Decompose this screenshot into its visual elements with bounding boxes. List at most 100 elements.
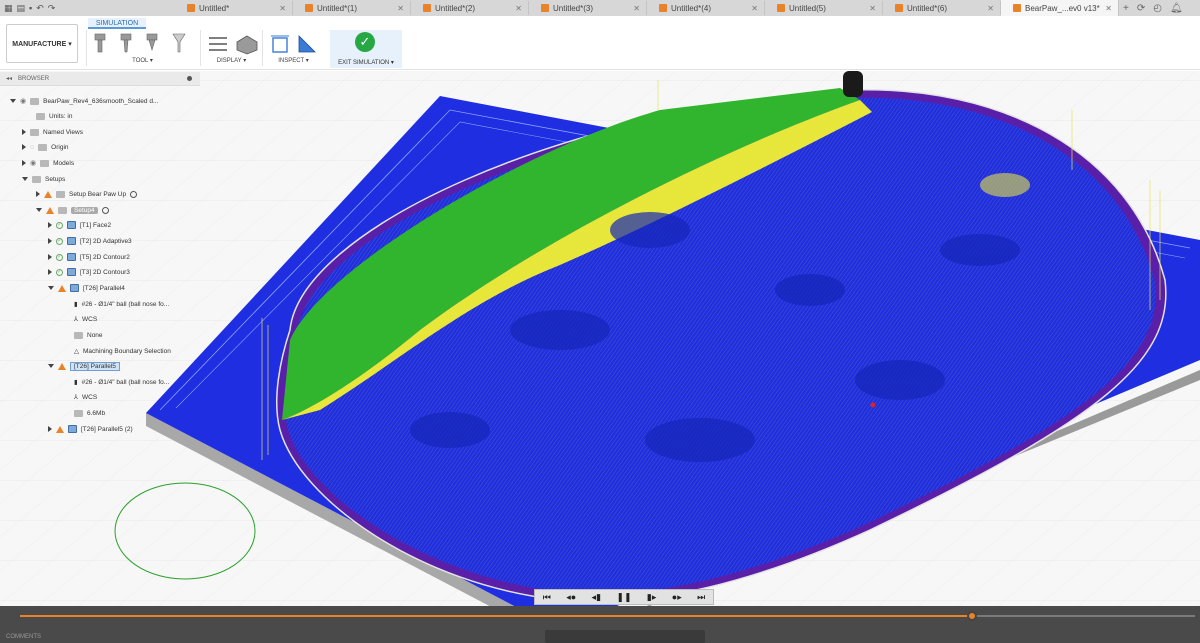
activate-radio[interactable] (130, 190, 138, 198)
timeline-handle[interactable] (966, 611, 977, 621)
close-icon[interactable]: ✕ (397, 4, 404, 13)
collapse-icon[interactable]: ◂◂ (6, 75, 12, 82)
close-icon[interactable]: ✕ (1105, 4, 1112, 13)
tab-bearpaw[interactable]: BearPaw_...ev0 v13* ✕ (1001, 0, 1119, 16)
grid-icon[interactable]: ▦ (4, 3, 13, 14)
visibility-icon[interactable]: ◉ (20, 97, 26, 105)
browser-item-t3-contour3[interactable]: ✓ [T3] 2D Contour3 (48, 265, 130, 279)
previous-operation-icon[interactable]: ◂● (566, 592, 576, 603)
pause-icon[interactable]: ❚❚ (616, 592, 631, 603)
design-icon (777, 4, 785, 12)
navigation-bar[interactable] (545, 630, 705, 643)
browser-item-t5-contour2[interactable]: ✓ [T5] 2D Contour2 (48, 250, 130, 264)
browser-item-units[interactable]: Units: in (36, 109, 72, 123)
expand-icon[interactable] (36, 208, 42, 212)
new-tab-icon[interactable]: + (1123, 3, 1129, 14)
browser-item-wcs-2[interactable]: ⅄ WCS (74, 390, 97, 404)
browser-item-none[interactable]: None (74, 328, 103, 342)
pin-icon[interactable] (187, 76, 192, 81)
document-tab-bar: ▦ ▤ ▪ ↶ ↷ Untitled* ✕ Untitled*(1) ✕ Untit… (0, 0, 1200, 16)
browser-item-t26-parallel5[interactable]: [T26] Parallel5 (48, 359, 120, 373)
workspace-switcher[interactable]: MANUFACTURE ▾ (6, 24, 78, 63)
tab-untitled-1[interactable]: Untitled*(1) ✕ (293, 1, 411, 15)
exit-simulation-button[interactable]: ✓ EXIT SIMULATION ▾ (330, 30, 402, 68)
redo-icon[interactable]: ↷ (48, 3, 56, 14)
expand-icon[interactable] (22, 160, 26, 166)
close-icon[interactable]: ✕ (633, 4, 640, 13)
browser-item-wcs[interactable]: ⅄ WCS (74, 312, 97, 326)
browser-item-document[interactable]: ◉ BearPaw_Rev4_636smooth_Scaled d... (10, 94, 158, 108)
file-icon[interactable]: ▤ (17, 3, 26, 14)
skip-to-start-icon[interactable]: ⏮ (543, 592, 551, 603)
tab-untitled-3[interactable]: Untitled*(3) ✕ (529, 1, 647, 15)
visibility-icon[interactable]: ◉ (30, 159, 36, 167)
tab-simulation[interactable]: SIMULATION (88, 18, 146, 29)
browser-item-tool[interactable]: ▮ #26 - Ø1/4" ball (ball nose fo... (74, 297, 169, 311)
browser-item-t2-adaptive3[interactable]: ✓ [T2] 2D Adaptive3 (48, 234, 132, 248)
design-icon (541, 4, 549, 12)
browser-item-size[interactable]: 6.6Mb (74, 406, 105, 420)
expand-icon[interactable] (48, 364, 54, 368)
tool-icon: ▮ (74, 379, 78, 386)
expand-icon[interactable] (22, 129, 26, 135)
visibility-icon[interactable]: ◌ (30, 144, 34, 151)
operation-icon (67, 253, 76, 261)
close-icon[interactable]: ✕ (515, 4, 522, 13)
browser-header[interactable]: ◂◂ BROWSER (0, 72, 200, 86)
tool-group[interactable]: TOOL ▾ (86, 30, 198, 66)
save-icon[interactable]: ▪ (29, 3, 32, 13)
browser-item-setups[interactable]: Setups (22, 172, 65, 186)
tab-bar-actions: + ⟳ ◴ 🔔︎ (1123, 3, 1183, 14)
operation-icon (67, 221, 76, 229)
operation-icon (70, 284, 79, 292)
notifications-icon[interactable]: 🔔︎ (1170, 3, 1183, 14)
browser-item-origin[interactable]: ◌ Origin (22, 140, 69, 154)
inspect-group[interactable]: INSPECT ▾ (262, 30, 324, 66)
step-back-icon[interactable]: ◂▮ (592, 592, 601, 603)
expand-icon[interactable] (36, 191, 40, 197)
close-icon[interactable]: ✕ (751, 4, 758, 13)
browser-item-t1-face2[interactable]: ✓ [T1] Face2 (48, 218, 111, 232)
warning-icon (44, 190, 52, 198)
boundary-icon: △ (74, 348, 79, 355)
tab-untitled[interactable]: Untitled* ✕ (175, 1, 293, 15)
browser-item-label: [T26] Parallel5 (74, 362, 116, 370)
browser-item-models[interactable]: ◉ Models (22, 156, 74, 170)
browser-item-label: #26 - Ø1/4" ball (ball nose fo... (81, 300, 170, 308)
expand-icon[interactable] (48, 269, 52, 275)
design-icon (305, 4, 313, 12)
close-icon[interactable]: ✕ (987, 4, 994, 13)
browser-item-t26-parallel4[interactable]: [T26] Parallel4 (48, 281, 125, 295)
refresh-icon[interactable]: ⟳ (1137, 3, 1145, 14)
browser-item-tool-2[interactable]: ▮ #26 - Ø1/4" ball (ball nose fo... (74, 375, 169, 389)
jobs-icon[interactable]: ◴ (1153, 3, 1162, 14)
expand-icon[interactable] (48, 286, 54, 290)
design-icon (895, 4, 903, 12)
expand-icon[interactable] (22, 177, 28, 181)
skip-to-end-icon[interactable]: ⏭ (697, 592, 705, 603)
browser-item-setup4[interactable]: Setup4 (36, 203, 109, 217)
tab-untitled-6[interactable]: Untitled*(6) ✕ (883, 1, 1001, 15)
next-operation-icon[interactable]: ●▸ (672, 592, 682, 603)
display-group[interactable]: DISPLAY ▾ (200, 30, 262, 66)
close-icon[interactable]: ✕ (279, 4, 286, 13)
expand-icon[interactable] (48, 222, 52, 228)
undo-icon[interactable]: ↶ (36, 3, 44, 14)
expand-icon[interactable] (48, 254, 52, 260)
tab-untitled-2[interactable]: Untitled*(2) ✕ (411, 1, 529, 15)
expand-icon[interactable] (22, 144, 26, 150)
expand-icon[interactable] (48, 238, 52, 244)
active-radio[interactable] (101, 206, 109, 214)
expand-icon[interactable] (10, 99, 16, 103)
timeline-scrubber[interactable] (0, 609, 1200, 623)
browser-item-named-views[interactable]: Named Views (22, 125, 83, 139)
browser-item-setup-bear-paw-up[interactable]: Setup Bear Paw Up (36, 187, 138, 201)
tab-untitled-5[interactable]: Untitled(5) ✕ (765, 1, 883, 15)
close-icon[interactable]: ✕ (869, 4, 876, 13)
browser-item-t26-parallel5-2[interactable]: [T26] Parallel5 (2) (48, 422, 133, 436)
browser-item-boundary[interactable]: △ Machining Boundary Selection (74, 344, 171, 358)
tab-untitled-4[interactable]: Untitled*(4) ✕ (647, 1, 765, 15)
tab-label: Untitled* (199, 3, 230, 13)
expand-icon[interactable] (48, 426, 52, 432)
step-forward-icon[interactable]: ▮▸ (647, 592, 656, 603)
